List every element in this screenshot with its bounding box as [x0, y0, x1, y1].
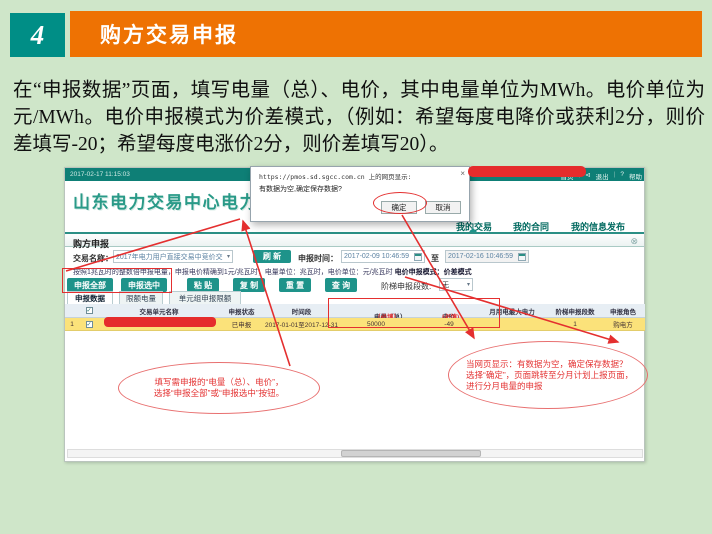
col-ladder: 阶梯申报段数: [549, 306, 601, 316]
to-label: 至: [431, 253, 439, 264]
slide-title-bar: 购方交易申报: [70, 11, 702, 57]
dialog-cancel-button[interactable]: 取消: [425, 201, 461, 214]
scrollbar-thumb[interactable]: [341, 450, 481, 457]
separator: |: [614, 171, 616, 181]
annotation-ellipse-ok-button: [373, 192, 427, 214]
row-ladder: 1: [549, 321, 601, 328]
query-button[interactable]: 查 询: [325, 278, 357, 292]
annotation-rect-declare-buttons: [62, 268, 172, 293]
annotation-note-left: 填写需申报的“电量（总）、电价”， 选择“申报全部”或“申报选中”按钮。: [118, 362, 320, 414]
slide: 4 购方交易申报 在“申报数据”页面，填写电量（总）、电价，其中电量单位为MWh…: [0, 0, 712, 534]
declare-time-label: 申报时间：: [298, 253, 338, 264]
ladder-value: 无: [442, 280, 449, 290]
refresh-button[interactable]: 刷 新: [253, 250, 291, 263]
select-all-checkbox[interactable]: ✓: [86, 307, 93, 314]
redaction-username: [468, 166, 586, 177]
note-right-line2: 选择“确定”，页面跳转至分月计划上报页面，: [466, 370, 633, 381]
logout-link[interactable]: 退出: [596, 171, 609, 181]
col-status: 申报状态: [219, 306, 264, 316]
note-left-line2: 选择“申报全部”或“申报选中”按钮。: [154, 388, 284, 399]
time-to-value: 2017-02-16 10:46:59: [448, 253, 513, 260]
dialog-title: https://pmos.sd.sgcc.com.cn 上的网页显示:: [259, 171, 454, 181]
time-to-input[interactable]: 2017-02-16 10:46:59: [445, 250, 529, 263]
annotation-note-right: 当网页显示：有数据为空，确定保存数据？ 选择“确定”，页面跳转至分月计划上报页面…: [448, 341, 648, 409]
col-role: 申报角色: [601, 306, 645, 316]
dialog-message: 有数据为空,确定保存数据?: [259, 184, 342, 194]
reset-button[interactable]: 重 置: [279, 278, 311, 292]
chevron-down-icon: ▾: [227, 253, 230, 260]
slide-number-badge: 4: [10, 13, 65, 57]
col-unit-name: 交易单元名称: [99, 306, 219, 316]
section-title: 购方申报: [73, 237, 109, 250]
section-bar: 购方申报 ⊗: [65, 232, 644, 247]
copy-button[interactable]: 复 制: [233, 278, 265, 292]
calendar-icon[interactable]: [414, 253, 422, 261]
logout-icon: ⊲: [585, 171, 590, 181]
annotation-rect-energy-price-columns: [328, 298, 500, 328]
help-icon: ?: [620, 171, 624, 181]
browser-alert-dialog: https://pmos.sd.sgcc.com.cn 上的网页显示: × 有数…: [250, 166, 470, 222]
trade-name-value: 2017年电力用户直接交易中竞价交: [116, 252, 223, 262]
slide-title: 购方交易申报: [100, 19, 238, 49]
ladder-label: 阶梯申报段数:: [381, 281, 431, 292]
row-checkbox[interactable]: ✓: [86, 321, 93, 328]
row-status: 已申报: [219, 319, 264, 329]
time-from-value: 2017-02-09 10:46:59: [344, 253, 409, 260]
note-left-line1: 填写需申报的“电量（总）、电价”，: [155, 377, 284, 388]
note-right-line3: 进行分月电量的申报: [466, 381, 543, 392]
time-from-input[interactable]: 2017-02-09 10:46:59: [341, 250, 425, 263]
tab-unit-group-quota[interactable]: 单元组申报限额: [169, 291, 241, 304]
chevron-down-icon: ▾: [467, 281, 470, 288]
row-role: 购电方: [601, 319, 645, 329]
row-index: 1: [65, 321, 79, 328]
calendar-icon[interactable]: [518, 253, 526, 261]
ladder-select[interactable]: 无 ▾: [439, 278, 473, 291]
trade-name-select[interactable]: 2017年电力用户直接交易中竞价交 ▾: [113, 250, 233, 263]
topbar-timestamp: 2017-02-17 11:15:03: [70, 171, 130, 178]
close-circle-icon[interactable]: ⊗: [630, 236, 638, 247]
help-link[interactable]: 帮助: [629, 171, 642, 181]
trade-name-label: 交易名称：: [73, 253, 113, 264]
close-icon[interactable]: ×: [460, 169, 465, 178]
paste-button[interactable]: 粘 贴: [187, 278, 219, 292]
notice-mode-text: 电价申报模式：价差模式: [395, 269, 472, 276]
note-right-line1: 当网页显示：有数据为空，确定保存数据？: [466, 359, 628, 370]
slide-body-text: 在“申报数据”页面，填写电量（总）、电价，其中电量单位为MWh。电价单位为元/M…: [13, 77, 705, 158]
redaction-unit-name: [104, 317, 216, 327]
